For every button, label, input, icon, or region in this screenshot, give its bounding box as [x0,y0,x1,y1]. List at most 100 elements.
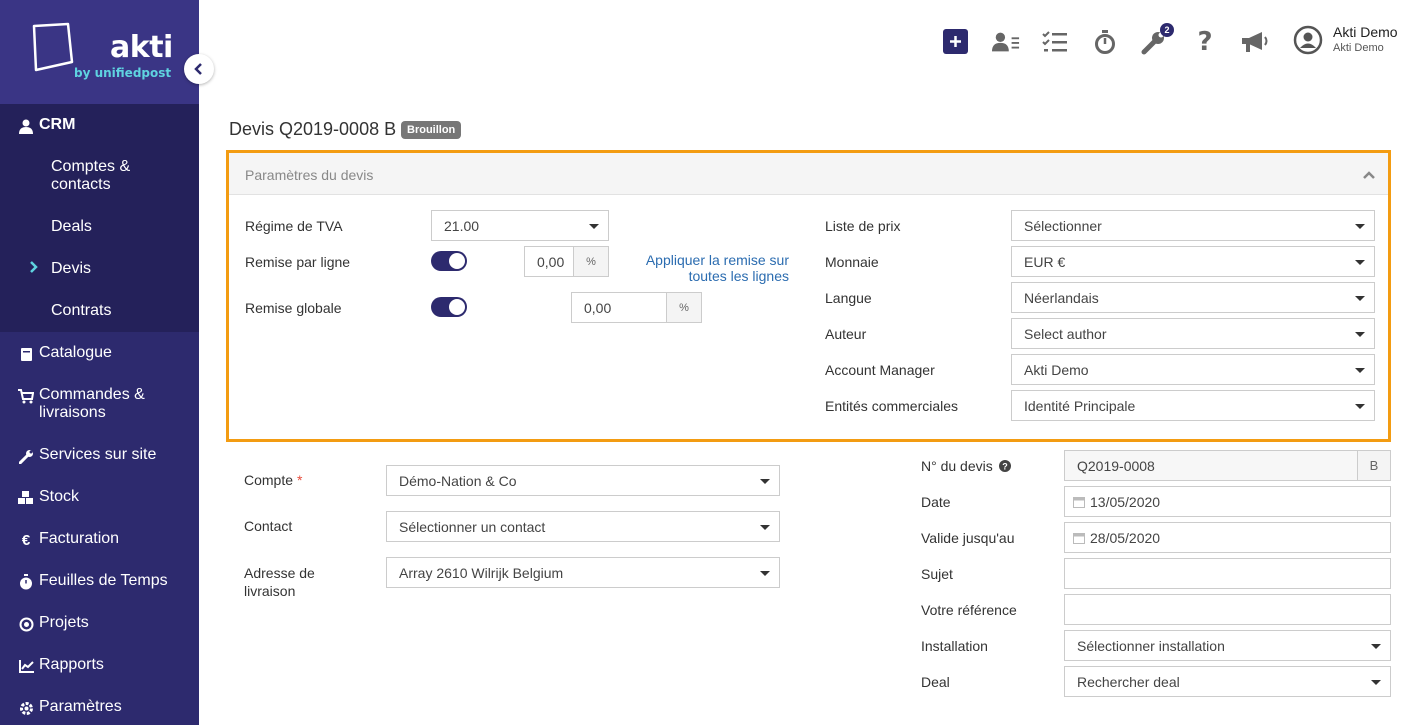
status-badge: Brouillon [401,121,462,139]
percent-addon: % [573,246,609,277]
date-input[interactable]: 13/05/2020 [1064,486,1391,517]
sidebar-item-devis[interactable]: Devis [51,260,91,278]
megaphone-icon [1242,32,1268,52]
vat-value: 21.00 [444,218,480,234]
announcements-button[interactable] [1239,28,1271,56]
valid-until-label: Valide jusqu'au [921,530,1015,546]
user-menu-button[interactable] [1293,25,1323,55]
user-company: Akti Demo [1333,42,1384,54]
deal-select[interactable]: Rechercher deal [1064,666,1391,697]
sidebar-item-contrats[interactable]: Contrats [51,302,111,320]
caret-down-icon [1355,404,1365,409]
sidebar-item-deals[interactable]: Deals [51,218,92,236]
quote-number-input[interactable]: Q2019-0008 [1064,450,1358,481]
caret-down-icon [1355,224,1365,229]
contact-value: Sélectionner un contact [399,519,546,535]
sidebar-item-label: Facturation [39,530,120,547]
bullseye-icon [18,616,34,632]
book-icon [18,346,34,362]
nav-crm-label: CRM [39,116,76,133]
installation-value: Sélectionner installation [1077,638,1225,654]
akti-logo-icon [32,22,74,72]
account-manager-value: Akti Demo [1024,362,1089,378]
date-label: Date [921,494,951,510]
address-value: Array 2610 Wilrijk Belgium [399,565,564,581]
language-select[interactable]: Néerlandais [1011,282,1375,313]
sidebar-item-label: Rapports [39,656,104,673]
caret-down-icon [1371,644,1381,649]
global-discount-toggle[interactable] [431,297,467,317]
account-manager-label: Account Manager [825,362,935,378]
global-discount-input[interactable]: 0,00 [571,292,667,323]
quote-number-label-text: N° du devis [921,458,993,474]
vat-select[interactable]: 21.00 [431,210,609,241]
stopwatch-icon [18,574,34,590]
valid-until-value: 28/05/2020 [1090,530,1161,546]
reference-input[interactable] [1064,594,1391,625]
gear-icon [18,700,34,716]
chart-icon [18,658,34,674]
chevron-left-icon [194,63,202,75]
sidebar-item-comptes-contacts[interactable]: Comptes & contacts [51,158,161,194]
address-label: Adresse de livraison [244,565,315,599]
global-discount-label: Remise globale [245,300,342,316]
caret-down-icon [1355,296,1365,301]
cart-icon [18,388,34,404]
entities-select[interactable]: Identité Principale [1011,390,1375,421]
calendar-icon [1073,497,1085,508]
tasks-button[interactable] [1041,28,1069,56]
checklist-icon [1042,31,1067,52]
line-discount-label: Remise par ligne [245,254,351,270]
valid-until-input[interactable]: 28/05/2020 [1064,522,1391,553]
user-list-icon [992,32,1020,52]
account-label-text: Compte [244,472,294,488]
timer-button[interactable] [1091,28,1119,56]
sidebar-item-label: Feuilles de Temps [39,572,168,589]
contact-label: Contact [244,518,293,534]
account-manager-select[interactable]: Akti Demo [1011,354,1375,385]
question-circle-icon[interactable]: ? [998,460,1011,472]
chevron-up-icon[interactable] [1362,167,1376,183]
sidebar-collapse-button[interactable] [184,54,214,84]
line-discount-toggle[interactable] [431,251,467,271]
currency-select[interactable]: EUR € [1011,246,1375,277]
installation-label: Installation [921,638,988,654]
date-value: 13/05/2020 [1090,494,1161,510]
contacts-list-button[interactable] [992,28,1020,56]
quote-suffix-addon: B [1357,450,1391,481]
apply-discount-link[interactable]: Appliquer la remise sur toutes les ligne… [629,252,789,284]
caret-down-icon [760,571,770,576]
author-select[interactable]: Select author [1011,318,1375,349]
author-value: Select author [1024,326,1107,342]
svg-text:?: ? [1002,462,1008,472]
price-list-select[interactable]: Sélectionner [1011,210,1375,241]
panel-header[interactable]: Paramètres du devis [229,153,1388,195]
caret-down-icon [1355,332,1365,337]
help-button[interactable]: ? [1191,27,1219,57]
euro-icon: € [21,531,31,549]
calendar-icon [1073,533,1085,544]
logo-text: akti [110,30,173,65]
wrench-icon [18,448,34,464]
address-select[interactable]: Array 2610 Wilrijk Belgium [386,557,780,588]
toggle-knob [449,299,465,315]
line-discount-input[interactable]: 0,00 [524,246,574,277]
toggle-knob [449,253,465,269]
question-icon: ? [1197,27,1213,57]
line-discount-value: 0,00 [537,254,565,270]
installation-select[interactable]: Sélectionner installation [1064,630,1391,661]
caret-down-icon [760,479,770,484]
user-name[interactable]: Akti Demo [1333,24,1398,40]
required-mark: * [297,472,303,488]
account-select[interactable]: Démo-Nation & Co [386,465,780,496]
sidebar-item-label: Stock [39,488,80,505]
add-button[interactable] [943,29,968,54]
language-value: Néerlandais [1024,290,1099,306]
entities-value: Identité Principale [1024,398,1136,414]
crm-section: CRM Comptes & contacts Deals Devis Contr… [0,104,199,332]
contact-select[interactable]: Sélectionner un contact [386,511,780,542]
subject-input[interactable] [1064,558,1391,589]
percent-addon: % [666,292,702,323]
author-label: Auteur [825,326,867,342]
caret-down-icon [1355,368,1365,373]
